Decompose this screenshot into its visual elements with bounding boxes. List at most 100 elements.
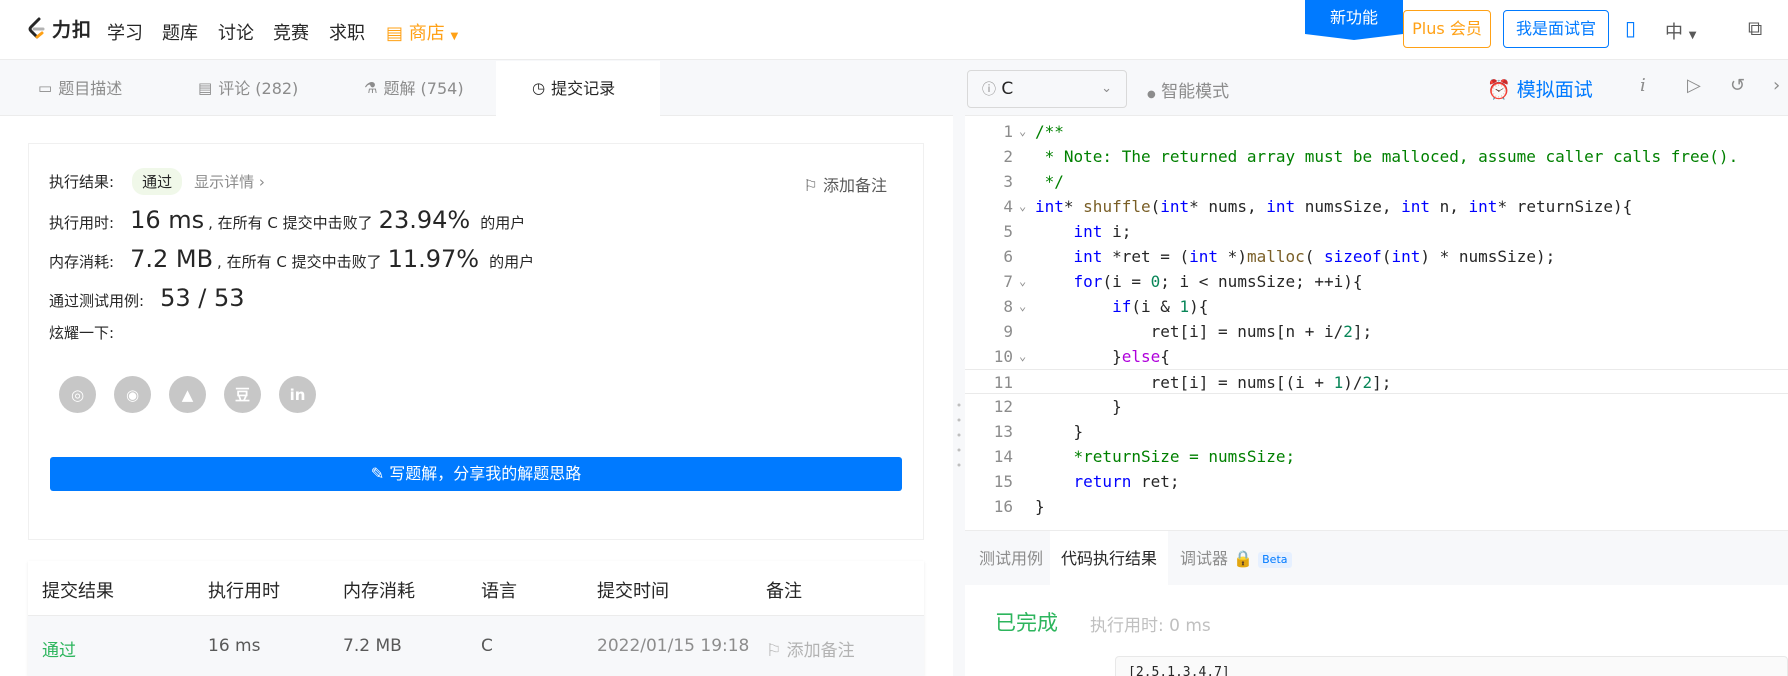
code-line[interactable]: 7 ⌄ for(i = 0; i < numsSize; ++i){ — [965, 269, 1788, 294]
code-text: *returnSize = numsSize; — [1035, 447, 1296, 466]
play-icon[interactable]: ▷ — [1687, 75, 1701, 96]
tab-description-label: 题目描述 — [58, 79, 123, 98]
tab-testcase[interactable]: 测试用例 — [979, 531, 1043, 586]
new-feature-badge[interactable]: 新功能 — [1305, 0, 1403, 40]
left-tabs: ▭ 题目描述 ▤ 评论 (282) ⚗ 题解 (754) ◷ 提交记录 — [0, 61, 953, 116]
fold-icon[interactable]: ⌄ — [1019, 194, 1026, 219]
leetcode-logo[interactable]: 力扣 — [26, 15, 92, 42]
code-line[interactable]: 15 return ret; — [965, 469, 1788, 494]
interviewer-button[interactable]: 我是面试官 — [1503, 10, 1609, 48]
language-switch[interactable]: 中 ▼ — [1665, 18, 1696, 44]
comment-icon: ▤ — [198, 79, 213, 97]
qq-icon[interactable]: ▲ — [169, 376, 206, 413]
code-line[interactable]: 4 ⌄ int* shuffle(int* nums, int numsSize, … — [965, 194, 1788, 219]
line-number: 11 — [993, 373, 1013, 392]
info-icon: ⓘ — [982, 82, 996, 98]
row-runtime: 16 ms — [208, 636, 261, 656]
tab-description[interactable]: ▭ 题目描述 — [38, 61, 163, 116]
code-line[interactable]: 16} — [965, 494, 1788, 519]
panel-splitter[interactable] — [953, 61, 965, 676]
memory-label: 内存消耗: — [49, 253, 115, 271]
code-editor[interactable]: 1 ⌄ /** 2 * Note: The returned array must b… — [965, 117, 1788, 527]
description-icon: ▭ — [38, 79, 53, 97]
result-label: 执行结果: — [49, 173, 115, 191]
reset-icon[interactable]: ↺ — [1730, 75, 1745, 96]
row-add-note-label: 添加备注 — [786, 641, 855, 661]
code-text: int* shuffle(int* nums, int numsSize, in… — [1035, 197, 1633, 216]
memory-beat-text: , 在所有 C 提交中击败了 — [217, 253, 382, 271]
code-line[interactable]: 1 ⌄ /** — [965, 119, 1788, 144]
code-line[interactable]: 12 } — [965, 394, 1788, 419]
chevron-right-icon[interactable]: › — [1773, 75, 1780, 96]
mock-interview-button[interactable]: ⏰ 模拟面试 — [1487, 75, 1593, 102]
mock-interview-label: 模拟面试 — [1516, 79, 1593, 101]
info-italic-icon[interactable]: i — [1640, 75, 1646, 96]
testcases-value: 53 / 53 — [160, 284, 245, 312]
row-add-note[interactable]: ⚐ 添加备注 — [766, 636, 855, 661]
console-icon[interactable]: ⧉ — [1748, 16, 1762, 40]
code-line[interactable]: 9 ret[i] = nums[n + i/2]; — [965, 319, 1788, 344]
right-panel: ⓘ C ⌄ ● 智能模式 ⏰ 模拟面试 i ▷ ↺ › 1 ⌄ /** 2 * Not… — [965, 61, 1788, 676]
row-result[interactable]: 通过 — [42, 636, 76, 661]
status-badge: 通过 — [132, 168, 183, 195]
code-line[interactable]: 5 int i; — [965, 219, 1788, 244]
code-line[interactable]: 3 */ — [965, 169, 1788, 194]
tab-solutions[interactable]: ⚗ 题解 (754) — [364, 61, 504, 116]
nav-store[interactable]: ▤ 商店 ▼ — [386, 19, 458, 45]
wechat-icon[interactable]: ◎ — [59, 376, 96, 413]
nav-problemset[interactable]: 题库 — [162, 19, 198, 45]
fold-icon[interactable]: ⌄ — [1019, 294, 1026, 319]
code-line[interactable]: 8 ⌄ if(i & 1){ — [965, 294, 1788, 319]
nav-discuss[interactable]: 讨论 — [218, 19, 254, 45]
col-runtime: 执行用时 — [208, 581, 280, 602]
tab-exec-result[interactable]: 代码执行结果 — [1050, 531, 1169, 586]
nav-contest[interactable]: 竞赛 — [273, 19, 309, 45]
weibo-icon[interactable]: ◉ — [114, 376, 151, 413]
code-line[interactable]: 2 * Note: The returned array must be mal… — [965, 144, 1788, 169]
code-line[interactable]: 11 ret[i] = nums[(i + 1)/2]; — [965, 369, 1788, 394]
tab-submissions[interactable]: ◷ 提交记录 — [496, 61, 660, 116]
fold-icon[interactable]: ⌄ — [1019, 344, 1026, 369]
line-number: 1 — [1003, 122, 1013, 141]
code-line[interactable]: 6 int *ret = (int *)malloc( sizeof(int) … — [965, 244, 1788, 269]
code-line[interactable]: 13 } — [965, 419, 1788, 444]
show-details-link[interactable]: 显示详情 › — [194, 171, 265, 192]
col-result: 提交结果 — [42, 581, 114, 602]
table-row[interactable]: 通过 16 ms 7.2 MB C 2022/01/15 19:18 ⚐ 添加备… — [28, 616, 924, 676]
flask-icon: ⚗ — [364, 79, 378, 97]
console-tabs: 测试用例 代码执行结果 调试器 🔒 Beta — [965, 530, 1788, 586]
drag-handle-icon[interactable] — [957, 400, 961, 470]
left-panel: ▭ 题目描述 ▤ 评论 (282) ⚗ 题解 (754) ◷ 提交记录 执行结果… — [0, 61, 953, 676]
mobile-icon[interactable]: ▯ — [1625, 16, 1636, 40]
col-language: 语言 — [481, 581, 517, 602]
memory-users: 的用户 — [489, 253, 535, 271]
linkedin-icon[interactable]: in — [279, 376, 316, 413]
code-line[interactable]: 14 *returnSize = numsSize; — [965, 444, 1788, 469]
code-text: int i; — [1073, 222, 1132, 241]
runtime-value: 16 ms — [130, 206, 205, 234]
write-solution-button[interactable]: ✎ 写题解，分享我的解题思路 — [50, 457, 902, 491]
logo-icon — [28, 17, 45, 38]
beta-badge: Beta — [1258, 551, 1292, 568]
tab-debugger-label: 调试器 — [1180, 549, 1229, 568]
language-select-label: C — [1001, 79, 1014, 99]
nav-jobs[interactable]: 求职 — [329, 19, 365, 45]
line-number: 12 — [993, 397, 1013, 416]
smart-mode-toggle[interactable]: ● 智能模式 — [1147, 77, 1229, 102]
language-select[interactable]: ⓘ C ⌄ — [967, 70, 1127, 108]
col-note: 备注 — [766, 581, 802, 602]
tab-debugger[interactable]: 调试器 🔒 Beta — [1180, 531, 1292, 586]
douban-icon[interactable]: 豆 — [224, 376, 261, 413]
row-memory: 7.2 MB — [343, 636, 402, 656]
nav-learn[interactable]: 学习 — [107, 19, 143, 45]
fold-icon[interactable]: ⌄ — [1019, 269, 1026, 294]
line-number: 9 — [1003, 322, 1013, 341]
code-line[interactable]: 10 ⌄ }else{ — [965, 344, 1788, 369]
code-text: for(i = 0; i < numsSize; ++i){ — [1073, 272, 1363, 291]
tab-comments[interactable]: ▤ 评论 (282) — [198, 61, 338, 116]
line-number: 15 — [993, 472, 1013, 491]
fold-icon[interactable]: ⌄ — [1019, 119, 1026, 144]
plus-member-button[interactable]: Plus 会员 — [1403, 10, 1491, 48]
col-submitted: 提交时间 — [597, 581, 669, 602]
add-note-button[interactable]: ⚐ 添加备注 — [804, 172, 887, 196]
